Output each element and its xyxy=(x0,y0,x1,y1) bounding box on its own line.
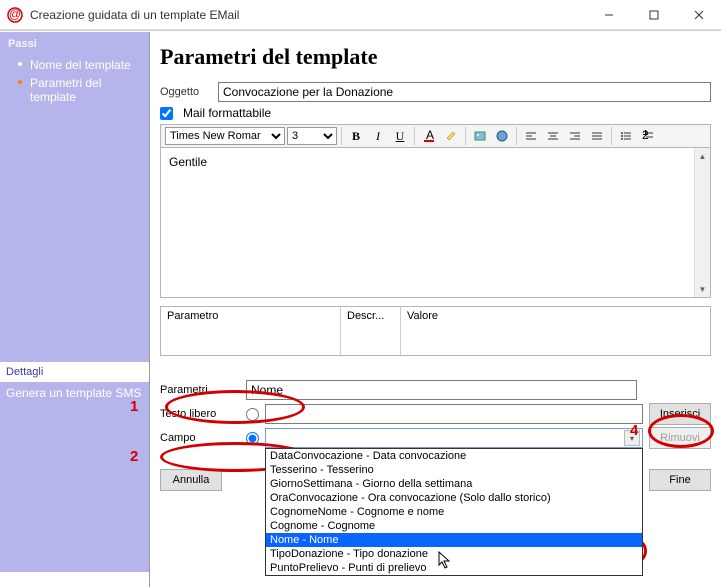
font-name-select[interactable]: Times New Romar xyxy=(165,127,285,145)
align-left-button[interactable] xyxy=(521,127,541,145)
dropdown-option[interactable]: OraConvocazione - Ora convocazione (Solo… xyxy=(266,491,642,505)
align-right-button[interactable] xyxy=(565,127,585,145)
dropdown-option[interactable]: PuntoPrelievo - Punti di prelievo xyxy=(266,561,642,575)
bullet-list-button[interactable] xyxy=(616,127,636,145)
scroll-down-icon[interactable]: ▼ xyxy=(695,281,710,297)
rich-text-editor[interactable]: Gentile ▲ ▼ xyxy=(160,148,711,298)
dropdown-option[interactable]: DataConvocazione - Data convocazione xyxy=(266,449,642,463)
svg-text:@: @ xyxy=(9,7,21,21)
align-center-button[interactable] xyxy=(543,127,563,145)
underline-button[interactable]: U xyxy=(390,127,410,145)
insert-image-button[interactable] xyxy=(470,127,490,145)
insert-link-button[interactable] xyxy=(492,127,512,145)
main-panel: Parametri del template Oggetto Mail form… xyxy=(150,32,721,587)
window-maximize-button[interactable] xyxy=(631,0,676,30)
parametri-row: Parametri x xyxy=(160,378,711,402)
parametri-input[interactable] xyxy=(246,380,637,400)
window-close-button[interactable] xyxy=(676,0,721,30)
font-color-button[interactable]: A xyxy=(419,127,439,145)
dropdown-option[interactable]: TipoDonazione - Tipo donazione xyxy=(266,547,642,561)
annulla-button[interactable]: Annulla xyxy=(160,469,222,491)
step-parametri-template[interactable]: Parametri del template xyxy=(18,74,141,106)
window-minimize-button[interactable] xyxy=(586,0,631,30)
dropdown-option[interactable]: Nome - Nome xyxy=(266,533,642,547)
rimuovi-button[interactable]: Rimuovi xyxy=(649,427,711,449)
editor-content: Gentile xyxy=(169,155,207,169)
steps-heading: Passi xyxy=(8,38,141,50)
window-title: Creazione guidata di un template EMail xyxy=(30,8,586,22)
campo-dropdown[interactable]: DataConvocazione - Data convocazioneTess… xyxy=(265,448,643,576)
editor-scrollbar[interactable]: ▲ ▼ xyxy=(694,148,710,297)
campo-combo-box[interactable]: ▾ xyxy=(265,428,643,448)
parameters-grid[interactable]: Parametro Descr... Valore xyxy=(160,306,711,356)
bold-button[interactable]: B xyxy=(346,127,366,145)
number-list-button[interactable]: 12 xyxy=(638,127,658,145)
grid-col-descr[interactable]: Descr... xyxy=(341,307,401,355)
dropdown-option[interactable]: CognomeNome - Cognome e nome xyxy=(266,505,642,519)
campo-combo[interactable]: ▾ DataConvocazione - Data convocazioneTe… xyxy=(265,428,643,448)
campo-label: Campo xyxy=(160,432,240,444)
campo-radio[interactable] xyxy=(246,432,259,445)
grid-col-valore[interactable]: Valore xyxy=(401,307,710,355)
mail-formattable-checkbox[interactable] xyxy=(160,107,173,120)
subject-input[interactable] xyxy=(218,82,711,102)
svg-text:2: 2 xyxy=(642,130,649,142)
step-label: Parametri del template xyxy=(30,76,101,104)
parametri-label: Parametri xyxy=(160,384,240,396)
campo-row: Campo ▾ DataConvocazione - Data convocaz… xyxy=(160,426,711,450)
dropdown-option[interactable]: Tesserino - Tesserino xyxy=(266,463,642,477)
rich-text-toolbar: Times New Romar 3 B I U A 12 xyxy=(160,124,711,148)
step-label: Nome del template xyxy=(30,58,131,72)
font-size-select[interactable]: 3 xyxy=(287,127,337,145)
grid-col-parametro[interactable]: Parametro xyxy=(161,307,341,355)
scroll-up-icon[interactable]: ▲ xyxy=(695,148,710,164)
details-link-sms[interactable]: Genera un template SMS xyxy=(6,386,143,400)
testo-libero-radio[interactable] xyxy=(246,408,259,421)
details-panel: Genera un template SMS xyxy=(0,382,149,572)
dropdown-option[interactable]: GiornoSettimana - Giorno della settimana xyxy=(266,477,642,491)
wizard-sidebar: Passi Nome del template Parametri del te… xyxy=(0,32,150,587)
window-titlebar: @ Creazione guidata di un template EMail xyxy=(0,0,721,30)
step-nome-template[interactable]: Nome del template xyxy=(18,56,141,74)
italic-button[interactable]: I xyxy=(368,127,388,145)
chevron-down-icon[interactable]: ▾ xyxy=(624,430,640,446)
app-icon: @ xyxy=(6,6,24,24)
testo-libero-input[interactable] xyxy=(265,404,643,424)
page-title: Parametri del template xyxy=(160,44,711,70)
subject-label: Oggetto xyxy=(160,86,212,98)
mail-formattable-label: Mail formattabile xyxy=(183,106,271,120)
testo-libero-label: Testo libero xyxy=(160,408,240,420)
align-justify-button[interactable] xyxy=(587,127,607,145)
highlight-button[interactable] xyxy=(441,127,461,145)
fine-button[interactable]: Fine xyxy=(649,469,711,491)
dropdown-option[interactable]: Cognome - Cognome xyxy=(266,519,642,533)
testo-libero-row: Testo libero Inserisci xyxy=(160,402,711,426)
inserisci-button[interactable]: Inserisci xyxy=(649,403,711,425)
details-heading: Dettagli xyxy=(0,362,149,382)
